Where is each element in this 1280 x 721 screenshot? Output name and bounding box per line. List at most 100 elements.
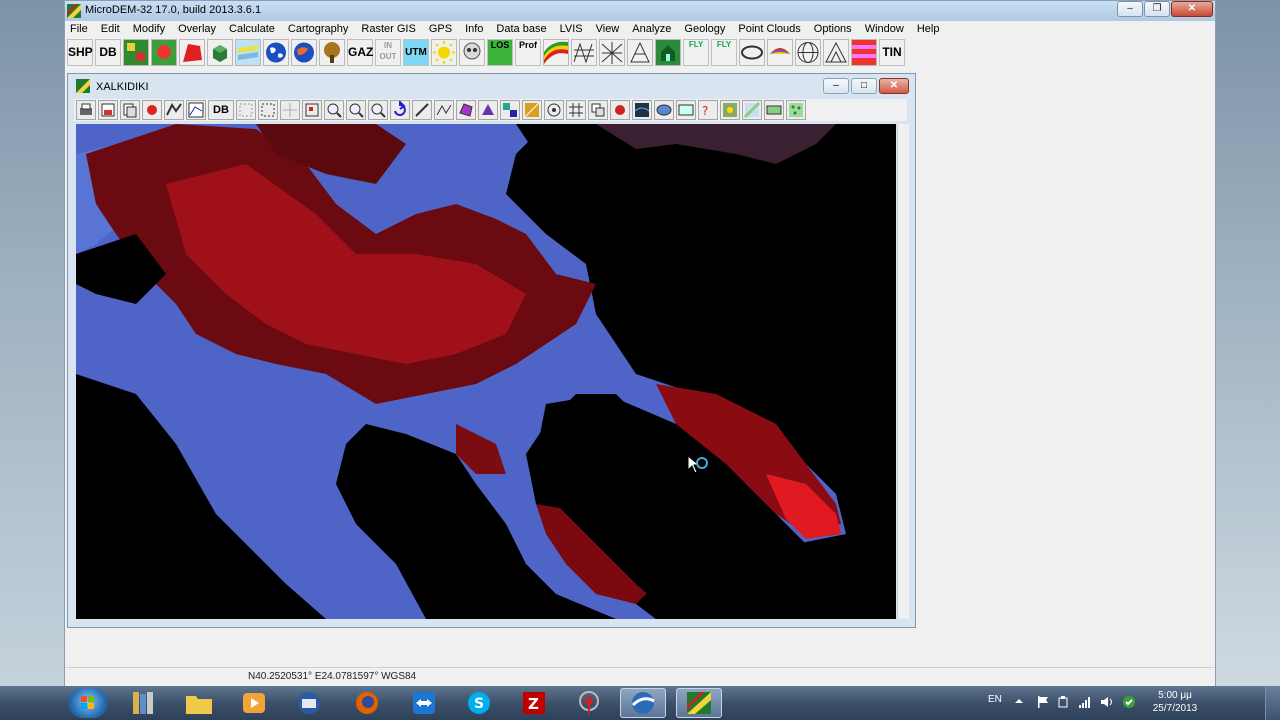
- taskbar-libraries[interactable]: [121, 688, 167, 718]
- zoom-in-button[interactable]: [324, 100, 344, 120]
- shp-button[interactable]: SHP: [67, 39, 93, 66]
- volume-icon[interactable]: [1100, 695, 1114, 709]
- grid-button[interactable]: [566, 100, 586, 120]
- menu-data-base[interactable]: Data base: [491, 21, 554, 38]
- menu-modify[interactable]: Modify: [128, 21, 173, 38]
- globe-grid-button[interactable]: [795, 39, 821, 66]
- taskbar-thunderbird[interactable]: [286, 688, 332, 718]
- net-2-button[interactable]: [599, 39, 625, 66]
- taskbar-teamviewer[interactable]: [401, 688, 447, 718]
- points-button[interactable]: [786, 100, 806, 120]
- redraw-button[interactable]: [390, 99, 410, 120]
- net-1-button[interactable]: [571, 39, 597, 66]
- google-earth-button[interactable]: [654, 100, 674, 120]
- legend-button[interactable]: [500, 100, 520, 120]
- menu-window[interactable]: Window: [860, 21, 912, 38]
- fly-1-button[interactable]: FLY: [683, 39, 709, 66]
- overlay-button[interactable]: [164, 100, 184, 120]
- color-bands-button[interactable]: [543, 39, 569, 66]
- child-minimize-button[interactable]: –: [823, 78, 849, 94]
- menu-view[interactable]: View: [591, 21, 628, 38]
- globe-button[interactable]: [263, 39, 289, 66]
- zoom-box-button[interactable]: [302, 100, 322, 120]
- menu-calculate[interactable]: Calculate: [224, 21, 283, 38]
- menu-file[interactable]: File: [65, 21, 96, 38]
- child-maximize-button[interactable]: □: [851, 78, 877, 94]
- layers-button[interactable]: [235, 39, 261, 66]
- menu-point-clouds[interactable]: Point Clouds: [733, 21, 808, 38]
- menu-options[interactable]: Options: [809, 21, 860, 38]
- dem-map-canvas[interactable]: [76, 124, 896, 619]
- polygon-button[interactable]: [456, 100, 476, 120]
- skull-button[interactable]: [459, 39, 485, 66]
- profile-button[interactable]: Prof: [515, 39, 541, 66]
- subset-button[interactable]: [258, 100, 278, 120]
- dots-button[interactable]: [742, 100, 762, 120]
- menu-overlay[interactable]: Overlay: [173, 21, 224, 38]
- taskbar-google-earth[interactable]: [620, 688, 666, 718]
- db-button[interactable]: DB: [95, 39, 121, 66]
- red-map-button[interactable]: [179, 39, 205, 66]
- taskbar-explorer[interactable]: [176, 688, 222, 718]
- minimize-button[interactable]: –: [1117, 1, 1143, 17]
- open-dem-button[interactable]: [123, 39, 149, 66]
- fly-2-button[interactable]: FLY: [711, 39, 737, 66]
- print-button[interactable]: [76, 100, 96, 120]
- oval-button[interactable]: [739, 39, 765, 66]
- measure-button[interactable]: [412, 100, 432, 120]
- net-3-button[interactable]: [627, 39, 653, 66]
- devices-icon[interactable]: [1056, 695, 1070, 709]
- taskbar-podcast[interactable]: [566, 688, 612, 718]
- open-image-button[interactable]: [151, 39, 177, 66]
- network-icon[interactable]: [1078, 695, 1092, 709]
- menu-raster-gis[interactable]: Raster GIS: [356, 21, 423, 38]
- menu-cartography[interactable]: Cartography: [283, 21, 357, 38]
- taskbar-filezilla[interactable]: Z: [511, 688, 557, 718]
- tray-expand-icon[interactable]: [1014, 696, 1024, 706]
- taskbar-clock[interactable]: 5:00 μμ 25/7/2013: [1146, 689, 1204, 715]
- close-button[interactable]: ✕: [1171, 1, 1213, 17]
- fan-button[interactable]: [767, 39, 793, 66]
- region-button[interactable]: [478, 100, 498, 120]
- restore-button[interactable]: ❐: [1144, 1, 1170, 17]
- taskbar-skype[interactable]: S: [456, 688, 502, 718]
- undo-button[interactable]: [142, 100, 162, 120]
- sun-button[interactable]: [431, 39, 457, 66]
- taskbar-microdem[interactable]: [676, 688, 722, 718]
- layer-toggle-button[interactable]: [764, 100, 784, 120]
- menu-help[interactable]: Help: [912, 21, 948, 38]
- taskbar-firefox[interactable]: [344, 688, 390, 718]
- house-button[interactable]: [655, 39, 681, 66]
- mosaic-button[interactable]: [632, 100, 652, 120]
- zoom-out-button[interactable]: [368, 100, 388, 120]
- zoom-button[interactable]: [346, 100, 366, 120]
- tree-button[interactable]: [319, 39, 345, 66]
- map-vertical-scrollbar[interactable]: [897, 124, 909, 619]
- child-close-button[interactable]: ✕: [879, 78, 909, 94]
- record-button[interactable]: [610, 100, 630, 120]
- menu-lvis[interactable]: LVIS: [555, 21, 591, 38]
- menu-analyze[interactable]: Analyze: [627, 21, 679, 38]
- target-button[interactable]: [544, 100, 564, 120]
- utm-button[interactable]: UTM: [403, 39, 429, 66]
- start-button[interactable]: [68, 688, 108, 718]
- menu-info[interactable]: Info: [460, 21, 491, 38]
- striped-button[interactable]: [851, 39, 877, 66]
- triangle-button[interactable]: [823, 39, 849, 66]
- select-area-button[interactable]: [236, 100, 256, 120]
- cube-button[interactable]: [207, 39, 233, 66]
- in-out-button[interactable]: IN OUT: [375, 39, 401, 66]
- copy-button[interactable]: [120, 100, 140, 120]
- child-title-bar[interactable]: XALKIDIKI – □ ✕: [68, 74, 915, 98]
- gps-button[interactable]: [720, 100, 740, 120]
- path-button[interactable]: [434, 100, 454, 120]
- query-button[interactable]: ?: [698, 100, 718, 120]
- tile-button[interactable]: [588, 100, 608, 120]
- gaz-button[interactable]: GAZ: [347, 39, 373, 66]
- tin-button[interactable]: TIN: [879, 39, 905, 66]
- globe-2-button[interactable]: [291, 39, 317, 66]
- crosshair-button[interactable]: [280, 100, 300, 120]
- action-center-flag-icon[interactable]: [1036, 695, 1050, 709]
- show-desktop-button[interactable]: [1265, 686, 1280, 720]
- graph-button[interactable]: [186, 100, 206, 120]
